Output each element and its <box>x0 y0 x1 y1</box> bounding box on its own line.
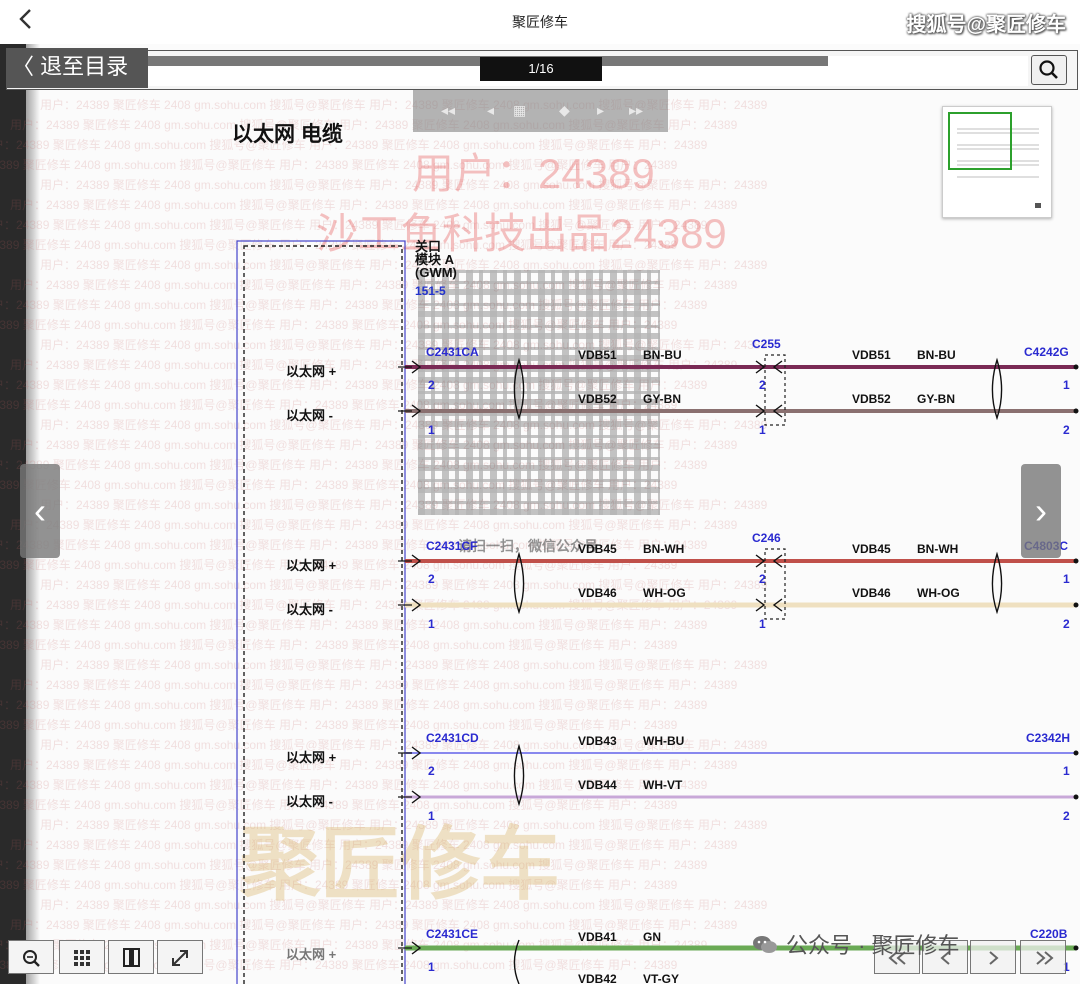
wire-circuit: VDB45 <box>852 542 891 556</box>
wire-color: GY-BN <box>643 392 682 406</box>
wire-color: GN <box>643 930 661 944</box>
pin-label-plus: 以太网 + <box>286 947 337 962</box>
wire-circuit: VDB51 <box>852 348 891 362</box>
thumbnail-viewport[interactable] <box>948 112 1012 170</box>
pin-number: 2 <box>759 572 766 586</box>
pin-number: 1 <box>1063 572 1070 586</box>
wire-color: BN-WH <box>643 542 685 556</box>
next-page-nav-button[interactable] <box>970 940 1016 974</box>
wire-color: GY-BN <box>917 392 956 406</box>
connector-id: C2431CE <box>426 927 479 941</box>
wire-color: BN-BU <box>917 348 956 362</box>
pin-number: 1 <box>1063 764 1070 778</box>
wire-circuit: VDB46 <box>852 586 891 600</box>
first-page-icon[interactable]: ◂◂ <box>441 102 455 119</box>
pin-number: 2 <box>428 572 435 586</box>
connector-id: C255 <box>752 337 781 351</box>
pin-number: 1 <box>428 960 435 974</box>
inline-connector-box <box>764 354 786 620</box>
fullscreen-icon <box>172 950 188 966</box>
pin-dots <box>1073 364 1079 951</box>
bookmark-button[interactable] <box>108 940 154 974</box>
wechat-icon <box>753 936 777 953</box>
pin-label-minus: 以太网 - <box>286 602 333 617</box>
connector-id: C2431CA <box>426 345 479 359</box>
wire-circuit: VDB52 <box>852 392 891 406</box>
wire-color: BN-BU <box>643 348 682 362</box>
connector-id: C2342H <box>1026 731 1071 745</box>
connector-id: C4242G <box>1024 345 1069 359</box>
wire-circuit: VDB45 <box>578 542 617 556</box>
wiring-diagram <box>236 240 1079 984</box>
last-page-icon[interactable]: ▸▸ <box>629 102 643 119</box>
pin-number: 1 <box>428 423 435 437</box>
bookmark-icon <box>123 948 140 967</box>
prev-page-icon[interactable]: ◂ <box>487 102 494 119</box>
pin-arrows <box>411 360 783 955</box>
pin-label-minus: 以太网 - <box>286 408 333 423</box>
wire-color: BN-WH <box>917 542 959 556</box>
search-button[interactable] <box>1031 55 1067 85</box>
pin-number: 1 <box>759 423 766 437</box>
prev-page-button[interactable]: ‹ <box>20 464 60 558</box>
connector-id: C246 <box>752 531 781 545</box>
connector-id: C2431CD <box>426 731 479 745</box>
exit-to-toc-button[interactable]: 〈 退至目录 <box>6 48 148 88</box>
wire-color: WH-OG <box>917 586 960 600</box>
grid-view-button[interactable] <box>59 940 105 974</box>
wire-circuit: VDB44 <box>578 778 617 792</box>
next-page-icon[interactable]: ▸ <box>597 102 604 119</box>
pin-label-minus: 以太网 - <box>286 794 333 809</box>
wire-circuit: VDB43 <box>578 734 617 748</box>
zoom-out-button[interactable] <box>8 940 54 974</box>
wire-color: WH-BU <box>643 734 685 748</box>
pin-number: 1 <box>1063 378 1070 392</box>
pin-number: 2 <box>1063 423 1070 437</box>
search-icon <box>1039 60 1058 79</box>
wire-color: WH-OG <box>643 586 686 600</box>
pin-number: 1 <box>428 809 435 823</box>
pin-label-plus: 以太网 + <box>286 558 337 573</box>
next-page-icon <box>989 951 999 965</box>
wechat-watermark: 公众号 · 聚匠修车 <box>752 928 960 960</box>
pin-number: 2 <box>1063 809 1070 823</box>
wire-circuit: VDB46 <box>578 586 617 600</box>
pin-number: 2 <box>428 378 435 392</box>
grid-icon <box>74 950 90 966</box>
pin-label-plus: 以太网 + <box>286 750 337 765</box>
pin-number: 2 <box>759 378 766 392</box>
wechat-text: 公众号 · 聚匠修车 <box>786 933 960 958</box>
pin-number: 1 <box>428 617 435 631</box>
next-page-button[interactable]: › <box>1021 464 1061 558</box>
wire-circuit: VDB51 <box>578 348 617 362</box>
zoom-out-icon <box>23 950 40 967</box>
pin-label-plus: 以太网 + <box>286 364 337 379</box>
pin-number: 1 <box>759 617 766 631</box>
page-nav-strip: ◂◂ ◂ ▦ ◆ ▸ ▸▸ <box>413 90 668 132</box>
wire-color: WH-VT <box>643 778 683 792</box>
diamond-icon[interactable]: ◆ <box>559 102 570 119</box>
last-page-icon <box>1036 951 1054 965</box>
pin-number: 2 <box>428 764 435 778</box>
fullscreen-button[interactable] <box>157 940 203 974</box>
connector-id: C2431CF <box>426 539 478 553</box>
grid-icon[interactable]: ▦ <box>513 102 526 119</box>
twist-marker <box>513 357 1003 984</box>
last-page-button[interactable] <box>1020 940 1066 974</box>
connector-id: C220B <box>1030 927 1068 941</box>
pin-number: 2 <box>1063 617 1070 631</box>
wire-circuit: VDB52 <box>578 392 617 406</box>
wire-circuit: VDB41 <box>578 930 617 944</box>
page-indicator: 1/16 <box>480 57 602 81</box>
